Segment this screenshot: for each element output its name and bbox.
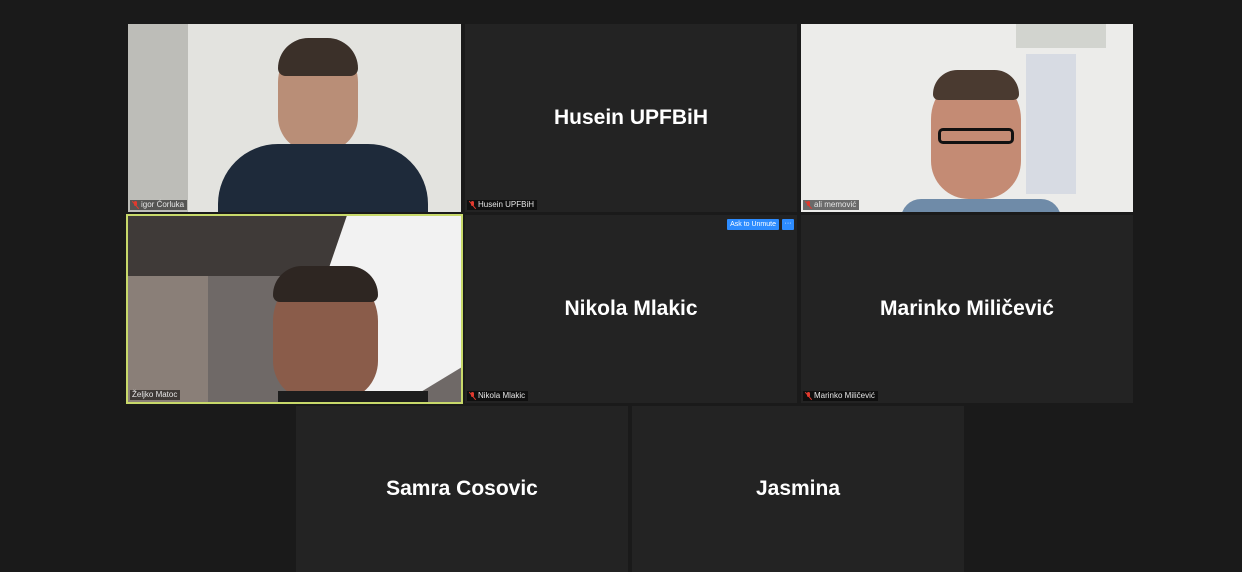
participant-name: Nikola Mlakic xyxy=(478,391,526,400)
participant-name: ali memović xyxy=(814,200,857,209)
zoom-gallery-view: igor Ćorluka Husein UPFBiH Husein UPFBiH… xyxy=(10,10,1242,572)
muted-mic-icon xyxy=(805,392,812,400)
participant-display-name: Marinko Miličević xyxy=(880,297,1054,320)
participant-name: Željko Matoc xyxy=(132,390,178,399)
muted-mic-icon xyxy=(469,392,476,400)
participant-video xyxy=(278,391,428,402)
participant-video xyxy=(278,38,358,76)
participant-display-name: Nikola Mlakic xyxy=(564,297,698,320)
participant-video xyxy=(938,128,1014,144)
name-label: igor Ćorluka xyxy=(130,200,188,210)
participant-tile-jasmina[interactable]: Jasmina xyxy=(632,406,964,572)
participant-tile-igor[interactable]: igor Ćorluka xyxy=(128,24,461,212)
participant-tile-samra[interactable]: Samra Cosovic xyxy=(296,406,628,572)
background-wall xyxy=(1016,24,1106,48)
muted-mic-icon xyxy=(132,201,139,209)
background-wall xyxy=(128,24,188,212)
background-wall xyxy=(1026,54,1076,194)
name-label: Marinko Miličević xyxy=(803,391,878,401)
participant-name: Marinko Miličević xyxy=(814,391,875,400)
name-label: ali memović xyxy=(803,200,860,210)
participant-video xyxy=(218,144,428,212)
participant-display-name: Husein UPFBiH xyxy=(553,106,708,129)
participant-tile-ali[interactable]: ali memović xyxy=(801,24,1133,212)
participant-video xyxy=(933,70,1019,100)
participant-tile-husein[interactable]: Husein UPFBiH Husein UPFBiH xyxy=(465,24,797,212)
participant-display-name: Samra Cosovic xyxy=(386,477,538,500)
participant-tile-zeljko[interactable]: Željko Matoc xyxy=(126,214,463,404)
background-wall xyxy=(128,276,208,402)
participant-name: Husein UPFBiH xyxy=(478,200,535,209)
muted-mic-icon xyxy=(805,201,812,209)
participant-tile-marinko[interactable]: Marinko Miličević Marinko Miličević xyxy=(801,215,1133,403)
more-options-button[interactable]: ··· xyxy=(782,219,794,230)
name-label: Nikola Mlakic xyxy=(467,391,529,401)
participant-video xyxy=(901,199,1061,212)
name-label: Željko Matoc xyxy=(130,390,181,400)
muted-mic-icon xyxy=(469,201,476,209)
participant-tile-nikola[interactable]: Ask to Unmute ··· Nikola Mlakic Nikola M… xyxy=(465,215,797,403)
participant-display-name: Jasmina xyxy=(755,477,841,500)
name-label: Husein UPFBiH xyxy=(467,200,538,210)
participant-name: igor Ćorluka xyxy=(141,200,185,209)
participant-video xyxy=(273,266,378,302)
ask-to-unmute-button[interactable]: Ask to Unmute xyxy=(727,219,779,230)
